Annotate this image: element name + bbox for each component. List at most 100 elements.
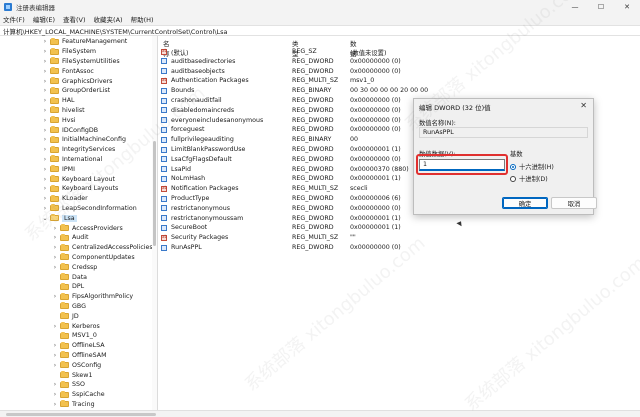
tree-item[interactable]: › OSConfig [52,360,101,370]
tree-item[interactable]: › AccessProviders [52,223,123,233]
menu-view[interactable]: 查看(V) [63,14,86,24]
chevron-right-icon[interactable]: › [42,166,48,173]
tree-item-label: SspiCache [72,391,105,399]
tree-item[interactable]: › GroupOrderList [42,86,110,96]
chevron-right-icon[interactable]: › [42,68,48,75]
menu-edit[interactable]: 编辑(E) [33,14,55,24]
tree-item-label: Data [72,273,88,281]
base-dec-radio[interactable]: 十进制(D) [510,174,548,183]
tree-item[interactable]: › ComponentUpdates [52,253,135,263]
tree-item[interactable]: › InitialMachineConfig [42,135,126,145]
chevron-right-icon[interactable]: › [42,185,48,192]
value-type: REG_DWORD [292,155,334,163]
tree-item[interactable]: › Tracing [52,400,95,410]
tree-scrollbar-thumb[interactable] [153,141,156,246]
tree-item[interactable]: › GraphicsDrivers [42,76,112,86]
chevron-right-icon[interactable]: › [42,87,48,94]
tree-item[interactable]: › Audit [52,233,89,243]
dialog-close-icon[interactable]: ✕ [580,101,587,110]
chevron-right-icon[interactable]: › [52,352,58,359]
value-row[interactable]: restrictanonymoussam REG_DWORD 0x00000001 … [160,214,640,224]
folder-icon [50,77,59,85]
chevron-right-icon[interactable]: › [42,97,48,104]
tree-item[interactable]: › FipsAlgorithmPolicy [52,292,133,302]
chevron-right-icon[interactable]: › [42,58,48,65]
value-row[interactable]: Bounds REG_BINARY 00 30 00 00 00 20 00 00 [160,86,640,96]
chevron-right-icon[interactable]: › [42,78,48,85]
chevron-right-icon[interactable]: › [42,48,48,55]
tree-item[interactable]: GBG [52,302,86,312]
tree-item[interactable]: Skew1 [52,370,92,380]
menu-help[interactable]: 帮助(H) [131,14,154,24]
tree-scrollbar[interactable] [152,36,157,410]
chevron-right-icon[interactable]: › [52,381,58,388]
value-row[interactable]: auditbaseobjects REG_DWORD 0x00000000 (0) [160,67,640,77]
chevron-right-icon[interactable]: › [42,136,48,143]
cancel-button[interactable]: 取消 [551,197,597,209]
folder-icon [60,233,69,241]
tree-item[interactable]: DPL [52,282,84,292]
ok-button[interactable]: 确定 [502,197,548,209]
tree-item[interactable]: › SSO [52,380,85,390]
tree-item[interactable]: › HAL [42,96,75,106]
tree-item[interactable]: › FileSystem [42,47,96,57]
chevron-right-icon[interactable]: › [42,176,48,183]
base-hex-radio[interactable]: 十六进制(H) [510,162,554,171]
chevron-right-icon[interactable]: › [52,362,58,369]
tree-item[interactable]: › Hvsi [42,115,76,125]
close-button[interactable]: ✕ [614,0,640,13]
folder-icon [50,135,59,143]
value-row[interactable]: Authentication Packages REG_MULTI_SZ msv1_… [160,76,640,86]
menu-file[interactable]: 文件(F) [3,14,25,24]
tree-item[interactable]: › IPMI [42,164,75,174]
chevron-right-icon[interactable]: › [42,156,48,163]
chevron-right-icon[interactable]: › [42,146,48,153]
tree-item[interactable]: › IDConfigDB [42,125,98,135]
tree-item[interactable]: › FeatureManagement [42,37,127,47]
chevron-right-icon[interactable]: › [52,391,58,398]
tree-item[interactable]: › OfflineLSA [52,341,105,351]
value-type: REG_DWORD [292,244,334,251]
chevron-right-icon[interactable]: › [52,323,58,330]
tree-item[interactable]: › CentralizedAccessPolicies [52,243,153,253]
regedit-app-icon [4,2,12,11]
value-name-field: RunAsPPL [419,127,588,138]
chevron-right-icon[interactable]: › [42,127,48,134]
folder-icon [60,224,69,232]
chevron-right-icon[interactable]: › [52,342,58,349]
horizontal-scrollbar[interactable] [0,410,640,417]
value-data: 0x00000000 (0) [350,116,401,124]
value-type: REG_SZ [292,48,317,55]
maximize-button[interactable]: ☐ [588,0,614,13]
value-data: msv1_0 [350,77,375,85]
tree-item[interactable]: › OfflineSAM [52,351,107,361]
value-row[interactable]: auditbasedirectories REG_DWORD 0x00000000 … [160,57,640,67]
tree-item[interactable]: Data [52,272,87,282]
chevron-right-icon[interactable]: › [52,244,58,251]
menu-favorites[interactable]: 收藏夹(A) [94,14,123,24]
tree-item[interactable]: MSV1_0 [52,331,97,341]
value-name: NoLmHash [171,175,206,183]
chevron-right-icon[interactable]: › [52,234,58,241]
chevron-right-icon[interactable]: › [52,254,58,261]
value-row[interactable]: SecureBoot REG_DWORD 0x00000001 (1) [160,223,640,233]
chevron-right-icon[interactable]: › [42,107,48,114]
tree-item[interactable]: › Credssp [52,262,97,272]
tree-item[interactable]: › Kerberos [52,321,100,331]
tree-item[interactable]: JD [52,311,79,321]
tree-item[interactable]: › FontAssoc [42,66,94,76]
chevron-right-icon[interactable]: › [52,293,58,300]
horizontal-scrollbar-thumb[interactable] [6,413,156,416]
tree-item[interactable]: › SspiCache [52,390,105,400]
value-name: ProductType [171,195,210,202]
binary-value-icon [161,175,167,182]
chevron-right-icon[interactable]: › [42,38,48,45]
folder-icon [60,322,69,330]
tree-item[interactable]: › FileSystemUtilities [42,57,120,67]
chevron-right-icon[interactable]: › [52,401,58,408]
value-data: 0x00000001 (1) [350,146,401,153]
chevron-right-icon[interactable]: › [52,264,58,271]
value-row[interactable]: (默认) REG_SZ (数值未设置) [160,47,640,57]
chevron-right-icon[interactable]: › [42,117,48,124]
tree-item[interactable]: › hivelist [42,106,85,116]
